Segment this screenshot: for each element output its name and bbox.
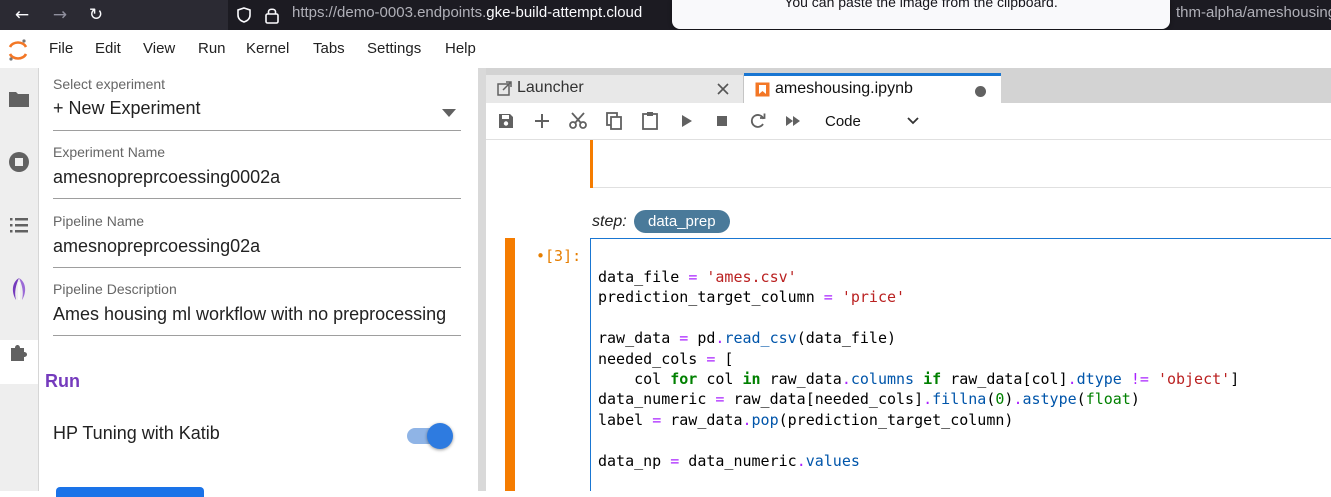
restart-kernel-icon[interactable]	[748, 111, 768, 131]
url-text: https://demo-0003.endpoints.gke-build-at…	[292, 4, 643, 21]
kale-icon[interactable]	[4, 274, 34, 304]
menu-edit[interactable]: Edit	[95, 40, 121, 57]
extension-puzzle-icon[interactable]	[4, 338, 34, 368]
tab-launcher-label: Launcher	[517, 79, 584, 96]
chevron-down-icon[interactable]	[907, 117, 919, 125]
unsaved-dot-icon[interactable]	[975, 86, 986, 97]
code-line-7: label = raw_data.pop(prediction_target_c…	[598, 410, 1014, 429]
clipboard-toast: You can paste the image from the clipboa…	[672, 0, 1170, 29]
menubar: File Edit View Run Kernel Tabs Settings …	[0, 30, 1331, 69]
pipeline-description-label: Pipeline Description	[53, 281, 177, 297]
shield-icon	[237, 7, 251, 23]
close-icon[interactable]	[717, 83, 729, 95]
run-cell-icon[interactable]	[676, 111, 696, 131]
select-experiment-label: Select experiment	[53, 76, 166, 92]
experiment-name-label: Experiment Name	[53, 144, 166, 160]
notebook-panel: step: data_prep •[3]: data_file = 'ames.…	[486, 140, 1331, 491]
hp-tuning-label: HP Tuning with Katib	[53, 423, 220, 443]
select-experiment-dropdown[interactable]: + New Experiment	[53, 98, 461, 119]
menu-kernel[interactable]: Kernel	[246, 40, 289, 57]
code-line-6: data_numeric = raw_data[needed_cols].fil…	[598, 390, 1140, 409]
back-icon[interactable]: ←	[10, 3, 34, 27]
cell-execution-prompt: •[3]:	[536, 247, 582, 265]
menu-file[interactable]: File	[49, 40, 73, 57]
hp-tuning-toggle-knob[interactable]	[427, 423, 453, 449]
menu-run[interactable]: Run	[198, 40, 226, 57]
code-cell-source[interactable]: data_file = 'ames.csv' prediction_target…	[598, 267, 1239, 471]
experiment-name-input[interactable]: amesnopreprcoessing0002a	[53, 167, 461, 188]
compile-and-run-button[interactable]	[56, 487, 204, 497]
table-of-contents-icon[interactable]	[4, 210, 34, 240]
folder-icon[interactable]	[4, 84, 34, 114]
copy-icon[interactable]	[604, 111, 624, 131]
cell-type-select[interactable]: Code	[825, 113, 861, 130]
select-underline	[53, 130, 461, 131]
kale-deployment-panel: Select experiment + New Experiment Exper…	[39, 68, 478, 497]
pipeline-name-input[interactable]: amesnopreprcoessing02a	[53, 236, 461, 257]
code-line-1: data_file = 'ames.csv'	[598, 268, 797, 286]
save-icon[interactable]	[496, 111, 516, 131]
pipeline-name-label: Pipeline Name	[53, 213, 145, 229]
dropdown-arrow-icon[interactable]	[442, 109, 456, 117]
notebook-icon	[755, 82, 770, 97]
menu-view[interactable]: View	[143, 40, 175, 57]
notebook-toolbar: Code	[486, 103, 1331, 140]
launcher-icon	[497, 81, 512, 96]
panel-splitter[interactable]	[478, 68, 486, 491]
menu-help[interactable]: Help	[445, 40, 476, 57]
browser-toolbar: ← → ↻ https://demo-0003.endpoints.gke-bu…	[0, 0, 1331, 30]
lock-icon	[265, 8, 279, 24]
code-line-5: col for col in raw_data.columns if raw_d…	[598, 370, 1240, 389]
experiment-name-underline	[53, 198, 461, 199]
dock-tab-bar: Launcher ameshousing.ipynb	[486, 68, 1331, 106]
interrupt-kernel-icon[interactable]	[712, 111, 732, 131]
forward-icon[interactable]: →	[48, 3, 72, 27]
active-cell-collapser[interactable]	[505, 238, 515, 491]
pipeline-name-underline	[53, 267, 461, 268]
left-activity-bar	[0, 68, 39, 491]
pipeline-description-underline	[53, 335, 461, 336]
tab-notebook-label: ameshousing.ipynb	[775, 80, 913, 97]
add-cell-icon[interactable]	[532, 111, 552, 131]
menu-settings[interactable]: Settings	[367, 40, 421, 57]
run-section-heading: Run	[45, 371, 80, 391]
code-line-4: needed_cols = [	[598, 349, 734, 368]
kale-step-chip[interactable]: data_prep	[634, 210, 730, 233]
restart-run-all-icon[interactable]	[784, 111, 804, 131]
code-line-3: raw_data = pd.read_csv(data_file)	[598, 329, 897, 348]
url-text-tail: thm-alpha/ameshousing	[1176, 4, 1331, 21]
reload-icon[interactable]: ↻	[84, 3, 108, 27]
code-line-8: data_np = data_numeric.values	[598, 451, 860, 470]
pipeline-description-input[interactable]: Ames housing ml workflow with no preproc…	[53, 304, 461, 325]
cut-icon[interactable]	[568, 111, 588, 131]
menu-tabs[interactable]: Tabs	[313, 40, 345, 57]
tab-ameshousing-notebook[interactable]: ameshousing.ipynb	[744, 73, 1001, 106]
kale-step-label: step:	[592, 213, 627, 230]
paste-icon[interactable]	[640, 111, 660, 131]
jupyter-logo-icon	[8, 39, 28, 61]
tab-launcher[interactable]: Launcher	[486, 75, 744, 103]
running-stop-icon[interactable]	[4, 147, 34, 177]
code-line-2: prediction_target_column = 'price'	[598, 288, 906, 307]
previous-cell-input[interactable]	[593, 140, 1331, 188]
